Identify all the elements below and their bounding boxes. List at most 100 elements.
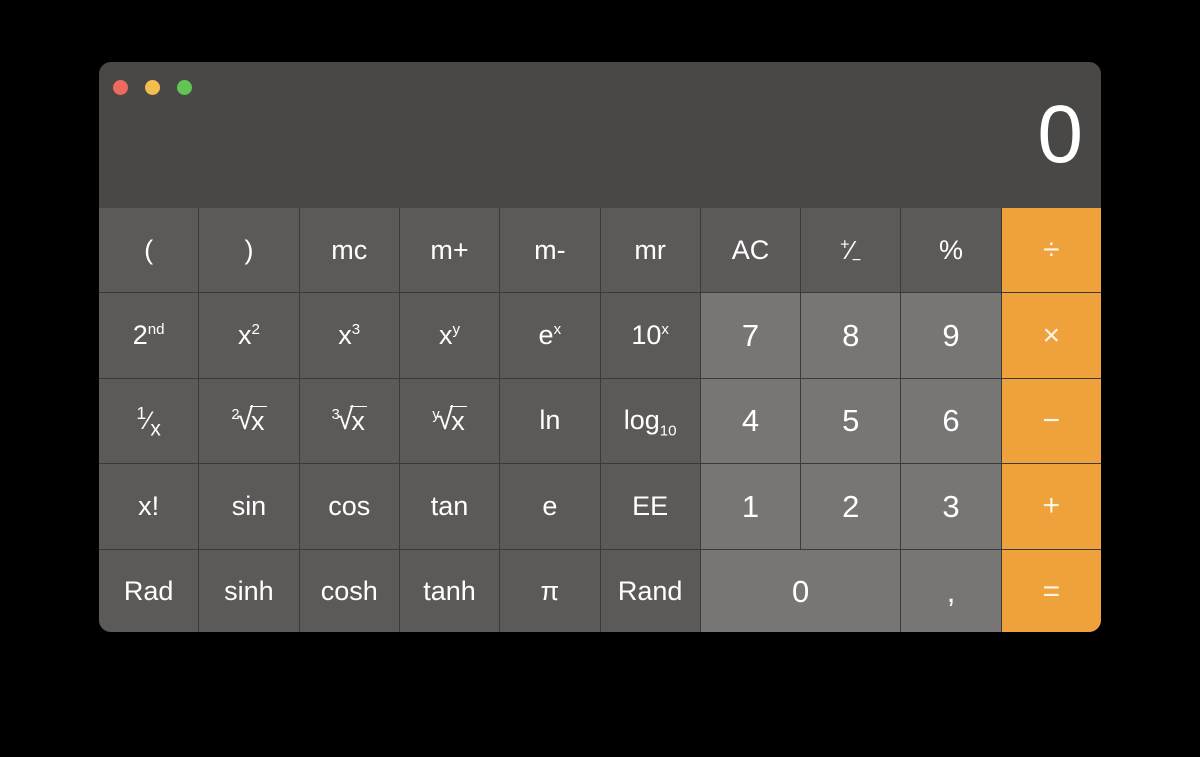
window-titlebar: 0 <box>99 62 1101 208</box>
close-window-button[interactable] <box>113 80 128 95</box>
key-plus-minus[interactable]: +⁄− <box>801 208 901 293</box>
key-x-to-the-y[interactable]: xy <box>399 293 500 378</box>
key-label-hyperbolic-cosine: cosh <box>320 576 378 607</box>
key-add[interactable]: + <box>1001 464 1101 549</box>
key-digit-7[interactable]: 7 <box>700 293 801 378</box>
key-square-root[interactable]: 2 √ x <box>199 378 299 464</box>
key-tangent[interactable]: tan <box>399 464 500 549</box>
key-digit-5[interactable]: 5 <box>801 378 901 464</box>
key-e-to-the-x[interactable]: ex <box>500 293 600 378</box>
key-subtract[interactable]: − <box>1001 378 1101 464</box>
key-label-all-clear: AC <box>731 234 770 265</box>
key-digit-2[interactable]: 2 <box>801 464 901 549</box>
key-label-multiply: × <box>1042 318 1061 352</box>
key-memory-recall[interactable]: mr <box>600 208 700 293</box>
key-memory-add[interactable]: m+ <box>399 208 500 293</box>
key-percent[interactable]: % <box>901 208 1001 293</box>
key-hyperbolic-cosine[interactable]: cosh <box>299 549 399 632</box>
key-cube-root[interactable]: 3 √ x <box>299 378 399 464</box>
key-log-base-10[interactable]: log10 <box>600 378 700 464</box>
key-digit-8[interactable]: 8 <box>801 293 901 378</box>
key-euler-constant[interactable]: e <box>500 464 600 549</box>
key-label-equals: = <box>1042 574 1061 608</box>
key-label-natural-log: ln <box>539 405 561 436</box>
key-label-plus-minus: +⁄− <box>840 235 862 270</box>
key-label-tangent: tan <box>430 490 469 521</box>
key-close-paren[interactable]: ) <box>199 208 299 293</box>
key-label-memory-subtract: m- <box>534 234 566 265</box>
key-label-reciprocal: 1⁄x <box>136 403 161 441</box>
key-label-euler-constant: e <box>542 490 558 521</box>
key-label-digit-5: 5 <box>842 403 860 439</box>
key-label-exponent-entry: EE <box>632 490 669 521</box>
key-label-e-to-the-x: ex <box>538 320 562 351</box>
key-label-hyperbolic-tangent: tanh <box>423 576 476 607</box>
key-label-digit-9: 9 <box>942 318 960 354</box>
key-sine[interactable]: sin <box>199 464 299 549</box>
calculator-display: 0 <box>1037 62 1083 208</box>
key-label-cosine: cos <box>328 490 371 521</box>
key-label-digit-2: 2 <box>842 488 860 524</box>
key-memory-clear[interactable]: mc <box>299 208 399 293</box>
key-digit-4[interactable]: 4 <box>700 378 801 464</box>
key-label-random-number: Rand <box>617 576 683 607</box>
key-ten-to-the-x[interactable]: 10x <box>600 293 700 378</box>
key-second-function[interactable]: 2nd <box>99 293 199 378</box>
key-open-paren[interactable]: ( <box>99 208 199 293</box>
zoom-window-button[interactable] <box>177 80 192 95</box>
key-random-number[interactable]: Rand <box>600 549 700 632</box>
key-label-digit-1: 1 <box>741 488 760 524</box>
key-digit-9[interactable]: 9 <box>901 293 1001 378</box>
key-y-root-of-x[interactable]: y √ x <box>399 378 500 464</box>
key-label-cube-root: 3 √ x <box>331 402 367 436</box>
key-label-digit-3: 3 <box>942 488 960 524</box>
key-label-memory-clear: mc <box>331 234 368 265</box>
key-digit-1[interactable]: 1 <box>700 464 801 549</box>
key-cosine[interactable]: cos <box>299 464 399 549</box>
key-label-digit-0: 0 <box>791 574 810 610</box>
key-label-second-function: 2nd <box>132 320 165 351</box>
key-label-divide: ÷ <box>1043 233 1060 267</box>
key-label-x-squared: x2 <box>237 320 260 351</box>
key-digit-6[interactable]: 6 <box>901 378 1001 464</box>
calculator-window: 0 () mc m+ m-mr AC +⁄−% ÷ 2nd x2 x3 xy ex 10x 7 8 9 × 1⁄x… <box>99 62 1101 632</box>
key-decimal-separator[interactable]: , <box>901 549 1001 632</box>
key-multiply[interactable]: × <box>1001 293 1101 378</box>
key-hyperbolic-tangent[interactable]: tanh <box>399 549 500 632</box>
key-label-x-to-the-y: xy <box>439 320 461 351</box>
key-label-y-root-of-x: y √ x <box>432 402 467 436</box>
key-digit-3[interactable]: 3 <box>901 464 1001 549</box>
key-label-add: + <box>1042 489 1061 523</box>
key-label-ten-to-the-x: 10x <box>631 320 669 351</box>
key-label-x-cubed: x3 <box>338 320 361 351</box>
key-label-radians-mode: Rad <box>123 576 174 607</box>
key-label-percent: % <box>939 234 964 265</box>
key-digit-0[interactable]: 0 <box>700 549 901 632</box>
key-label-subtract: − <box>1042 403 1061 437</box>
key-reciprocal[interactable]: 1⁄x <box>99 378 199 464</box>
key-equals[interactable]: = <box>1001 549 1101 632</box>
key-x-cubed[interactable]: x3 <box>299 293 399 378</box>
key-hyperbolic-sine[interactable]: sinh <box>199 549 299 632</box>
key-label-memory-add: m+ <box>430 234 469 265</box>
display-value: 0 <box>1037 89 1083 180</box>
window-traffic-lights <box>113 80 192 95</box>
key-memory-subtract[interactable]: m- <box>500 208 600 293</box>
key-label-open-paren: ( <box>144 234 154 265</box>
calculator-keypad: () mc m+ m-mr AC +⁄−% ÷ 2nd x2 x3 xy ex 10x 7 8 9 × 1⁄x 2 √… <box>99 208 1101 632</box>
key-label-digit-4: 4 <box>741 403 760 439</box>
key-radians-mode[interactable]: Rad <box>99 549 199 632</box>
key-label-digit-7: 7 <box>741 318 760 354</box>
key-exponent-entry[interactable]: EE <box>600 464 700 549</box>
key-label-digit-6: 6 <box>942 403 960 439</box>
key-factorial[interactable]: x! <box>99 464 199 549</box>
key-natural-log[interactable]: ln <box>500 378 600 464</box>
key-label-decimal-separator: , <box>946 574 956 610</box>
minimize-window-button[interactable] <box>145 80 160 95</box>
key-divide[interactable]: ÷ <box>1001 208 1101 293</box>
key-pi-constant[interactable]: π <box>500 549 600 632</box>
key-all-clear[interactable]: AC <box>700 208 801 293</box>
key-x-squared[interactable]: x2 <box>199 293 299 378</box>
key-label-hyperbolic-sine: sinh <box>224 576 274 607</box>
key-label-pi-constant: π <box>540 576 560 607</box>
